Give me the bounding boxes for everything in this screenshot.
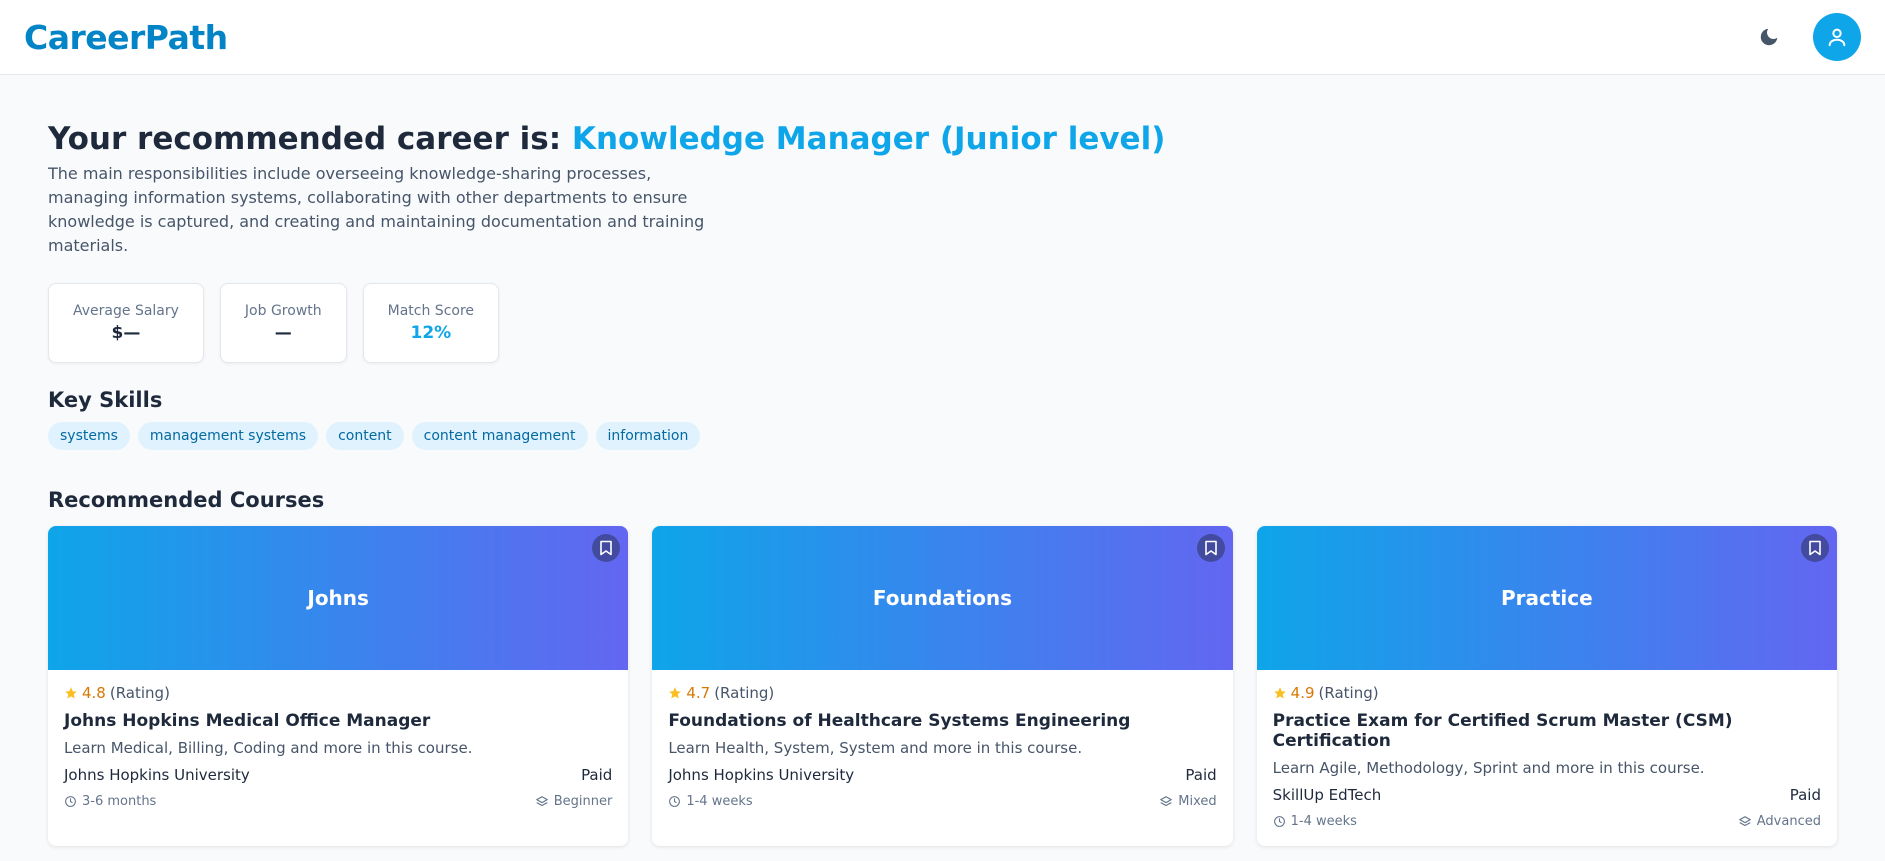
header-actions [1755, 13, 1861, 61]
bookmark-button[interactable] [1196, 534, 1225, 563]
rating-value: 4.8 [82, 684, 106, 703]
course-level: Mixed [1159, 794, 1217, 810]
career-title: Knowledge Manager (Junior level) [571, 121, 1166, 157]
course-provider: Johns Hopkins University [668, 766, 855, 785]
course-body: 4.8 (Rating) Johns Hopkins Medical Offic… [48, 670, 628, 809]
course-description: Learn Health, System, System and more in… [668, 739, 1083, 758]
course-body: 4.9 (Rating) Practice Exam for Certified… [1257, 670, 1837, 829]
course-banner: Foundations [652, 526, 1233, 671]
course-price: Paid [1789, 786, 1821, 805]
course-provider: SkillUp EdTech [1272, 786, 1382, 805]
course-rating: 4.7 (Rating) [668, 684, 1216, 702]
clock-icon [1273, 816, 1285, 828]
stat-match-score: Match Score 12% [362, 283, 500, 364]
layers-icon [1738, 815, 1751, 826]
stats-row: Average Salary $— Job Growth — Match Sco… [48, 283, 1837, 364]
course-rating: 4.9 (Rating) [1273, 684, 1821, 702]
recommended-courses-heading: Recommended Courses [48, 488, 325, 513]
user-icon [1828, 28, 1846, 47]
app-logo[interactable]: CareerPath [24, 18, 228, 57]
course-banner: Johns [48, 526, 629, 671]
clock-icon [669, 796, 681, 808]
clock-icon [65, 796, 76, 808]
profile-avatar-button[interactable] [1813, 13, 1861, 61]
course-meta-row: 1-4 weeks Advanced [1273, 814, 1821, 829]
skill-chip[interactable]: management systems [137, 422, 319, 451]
bookmark-icon [600, 540, 613, 556]
course-provider-row: Johns Hopkins University Paid [668, 766, 1216, 784]
duration-text: 1-4 weeks [1290, 814, 1357, 830]
course-card[interactable]: Practice 4.9 (Rating) Practice Exam for … [1256, 526, 1837, 847]
course-title[interactable]: Practice Exam for Certified Scrum Master… [1273, 711, 1821, 751]
course-title[interactable]: Foundations of Healthcare Systems Engine… [668, 711, 1216, 731]
bookmark-icon [1809, 540, 1821, 556]
course-provider: Johns Hopkins University [64, 766, 250, 785]
level-text: Beginner [553, 794, 613, 810]
rating-label: (Rating) [1318, 684, 1379, 703]
skill-chip[interactable]: information [595, 422, 701, 451]
rating-label: (Rating) [714, 684, 775, 703]
stat-label: Job Growth [244, 303, 322, 320]
stat-job-growth: Job Growth — [219, 283, 347, 364]
course-duration: 3-6 months [64, 794, 156, 809]
stat-value: — [274, 323, 292, 344]
duration-text: 3-6 months [82, 794, 157, 810]
course-level: Beginner [535, 794, 613, 810]
course-banner-title: Foundations [872, 586, 1013, 611]
key-skills-heading: Key Skills [48, 388, 163, 413]
skill-chip[interactable]: systems [48, 422, 130, 451]
course-provider-row: Johns Hopkins University Paid [64, 766, 612, 784]
stat-label: Average Salary [73, 303, 179, 320]
star-icon [65, 687, 77, 699]
course-banner: Practice [1256, 526, 1837, 671]
course-duration: 1-4 weeks [1273, 814, 1357, 829]
course-rating: 4.8 (Rating) [64, 684, 612, 702]
bookmark-button[interactable] [592, 534, 621, 563]
moon-icon [1760, 28, 1778, 46]
layers-icon [1160, 795, 1173, 806]
star-icon [669, 687, 682, 699]
course-banner-title: Practice [1500, 586, 1593, 611]
rating-value: 4.7 [686, 684, 711, 703]
level-text: Mixed [1178, 794, 1217, 810]
stat-value: 12% [410, 323, 452, 344]
star-icon [1273, 687, 1286, 699]
course-card[interactable]: Johns 4.8 (Rating) Johns Hopkins Medical… [48, 526, 629, 847]
rating-value: 4.9 [1290, 684, 1315, 703]
rating-label: (Rating) [109, 684, 170, 703]
top-bar: CareerPath [0, 0, 1885, 75]
main-content: Your recommended career is: Knowledge Ma… [0, 75, 1885, 847]
stat-value: $— [111, 323, 141, 344]
course-description: Learn Agile, Methodology, Sprint and mor… [1272, 759, 1705, 778]
skill-chip[interactable]: content management [411, 422, 588, 451]
course-card[interactable]: Foundations 4.7 (Rating) Foundations of … [652, 526, 1233, 847]
course-banner-title: Johns [307, 586, 369, 611]
course-price: Paid [581, 766, 613, 785]
career-headline: Your recommended career is: Knowledge Ma… [48, 121, 1837, 158]
level-text: Advanced [1756, 814, 1821, 830]
bookmark-icon [1204, 540, 1217, 556]
course-meta-row: 3-6 months Beginner [64, 794, 612, 809]
headline-prefix: Your recommended career is: [48, 121, 562, 157]
skills-list: systems management systems content conte… [48, 422, 1837, 451]
career-description: The main responsibilities include overse… [48, 164, 705, 256]
course-price: Paid [1185, 766, 1217, 785]
duration-text: 1-4 weeks [686, 794, 753, 810]
course-level: Advanced [1738, 814, 1821, 829]
bookmark-button[interactable] [1800, 534, 1829, 563]
stat-average-salary: Average Salary $— [48, 283, 204, 364]
theme-toggle-button[interactable] [1755, 23, 1783, 51]
stat-label: Match Score [387, 303, 475, 320]
layers-icon [535, 795, 548, 806]
course-title[interactable]: Johns Hopkins Medical Office Manager [64, 711, 612, 731]
course-meta-row: 1-4 weeks Mixed [668, 794, 1217, 810]
course-description: Learn Medical, Billing, Coding and more … [64, 739, 473, 758]
skill-chip[interactable]: content [326, 422, 404, 451]
course-list: Johns 4.8 (Rating) Johns Hopkins Medical… [48, 526, 1837, 847]
course-duration: 1-4 weeks [668, 794, 753, 810]
course-provider-row: SkillUp EdTech Paid [1273, 786, 1821, 804]
course-body: 4.7 (Rating) Foundations of Healthcare S… [652, 670, 1232, 809]
